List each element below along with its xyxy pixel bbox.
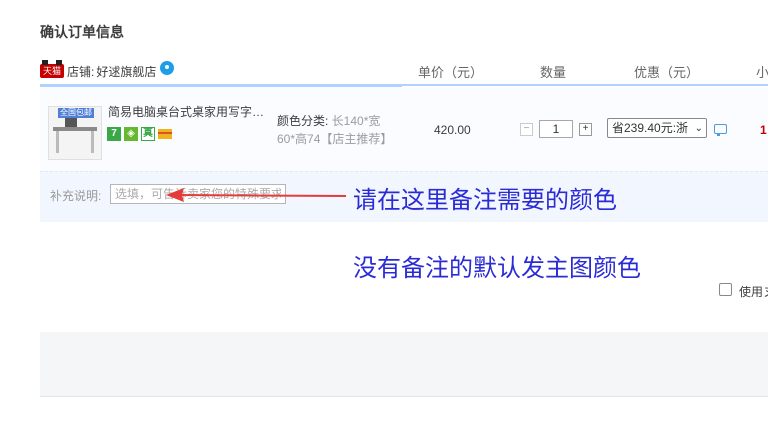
chevron-down-icon: ⌄ bbox=[694, 123, 703, 134]
quantity-minus-button[interactable]: − bbox=[520, 122, 533, 136]
order-footer-area bbox=[40, 332, 768, 396]
note-label: 补充说明: bbox=[50, 189, 102, 203]
quantity-stepper: − + bbox=[520, 120, 592, 138]
annotation-text-default-color: 没有备注的默认发主图颜色 bbox=[353, 255, 641, 282]
authentic-zhen-icon[interactable]: 真 bbox=[141, 127, 155, 141]
column-header-discount: 优惠（元） bbox=[634, 65, 700, 80]
anonymous-purchase-label: 使用ヌ bbox=[739, 285, 768, 299]
product-thumbnail[interactable]: 全国包邮 bbox=[48, 106, 102, 160]
store-row: 天猫 店铺: 好逑旗舰店 bbox=[40, 60, 175, 80]
arrow-head bbox=[166, 188, 184, 202]
free-shipping-badge: 全国包邮 bbox=[58, 108, 94, 118]
anonymous-purchase-checkbox[interactable] bbox=[719, 283, 732, 296]
annotation-arrow bbox=[166, 188, 347, 202]
desk-monitor-shape bbox=[65, 118, 77, 127]
seven-day-return-icon[interactable]: 7 bbox=[107, 127, 121, 141]
quantity-input[interactable] bbox=[539, 120, 573, 138]
service-icons: 7 ◈ 真 bbox=[107, 127, 175, 141]
tmall-icon: 天猫 bbox=[40, 60, 64, 78]
arrow-shaft bbox=[177, 194, 347, 197]
column-header-subtotal: 小 bbox=[756, 65, 768, 80]
product-title-link[interactable]: 简易电脑桌台式桌家用写字… bbox=[108, 103, 264, 120]
column-header-quantity: 数量 bbox=[540, 65, 567, 80]
annotation-text-color-note: 请在这里备注需要的颜色 bbox=[353, 187, 617, 214]
column-header-price: 单价（元） bbox=[418, 65, 484, 80]
message-icon[interactable] bbox=[714, 124, 727, 136]
discount-selected-value: 省239.40元:浙 bbox=[612, 121, 689, 135]
credit-card-icon[interactable] bbox=[158, 129, 172, 139]
wangwang-chat-icon[interactable] bbox=[160, 61, 175, 75]
sku-label: 颜色分类: bbox=[277, 114, 329, 128]
guarantee-shield-icon[interactable]: ◈ bbox=[124, 127, 138, 141]
page-title: 确认订单信息 bbox=[40, 24, 124, 40]
store-label: 店铺: bbox=[67, 64, 95, 79]
desk-leg-shape bbox=[56, 131, 59, 153]
quantity-plus-button[interactable]: + bbox=[579, 122, 592, 136]
desk-leg-shape bbox=[91, 131, 94, 153]
sku-info: 颜色分类: 长140*宽60*高74【店主推荐】 bbox=[277, 112, 397, 148]
subtotal-value: 1 bbox=[760, 123, 767, 137]
unit-price: 420.00 bbox=[434, 123, 471, 137]
footer-divider bbox=[40, 396, 768, 397]
discount-select[interactable]: 省239.40元:浙 ⌄ bbox=[607, 118, 707, 138]
store-name-link[interactable]: 好逑旗舰店 bbox=[96, 63, 156, 80]
